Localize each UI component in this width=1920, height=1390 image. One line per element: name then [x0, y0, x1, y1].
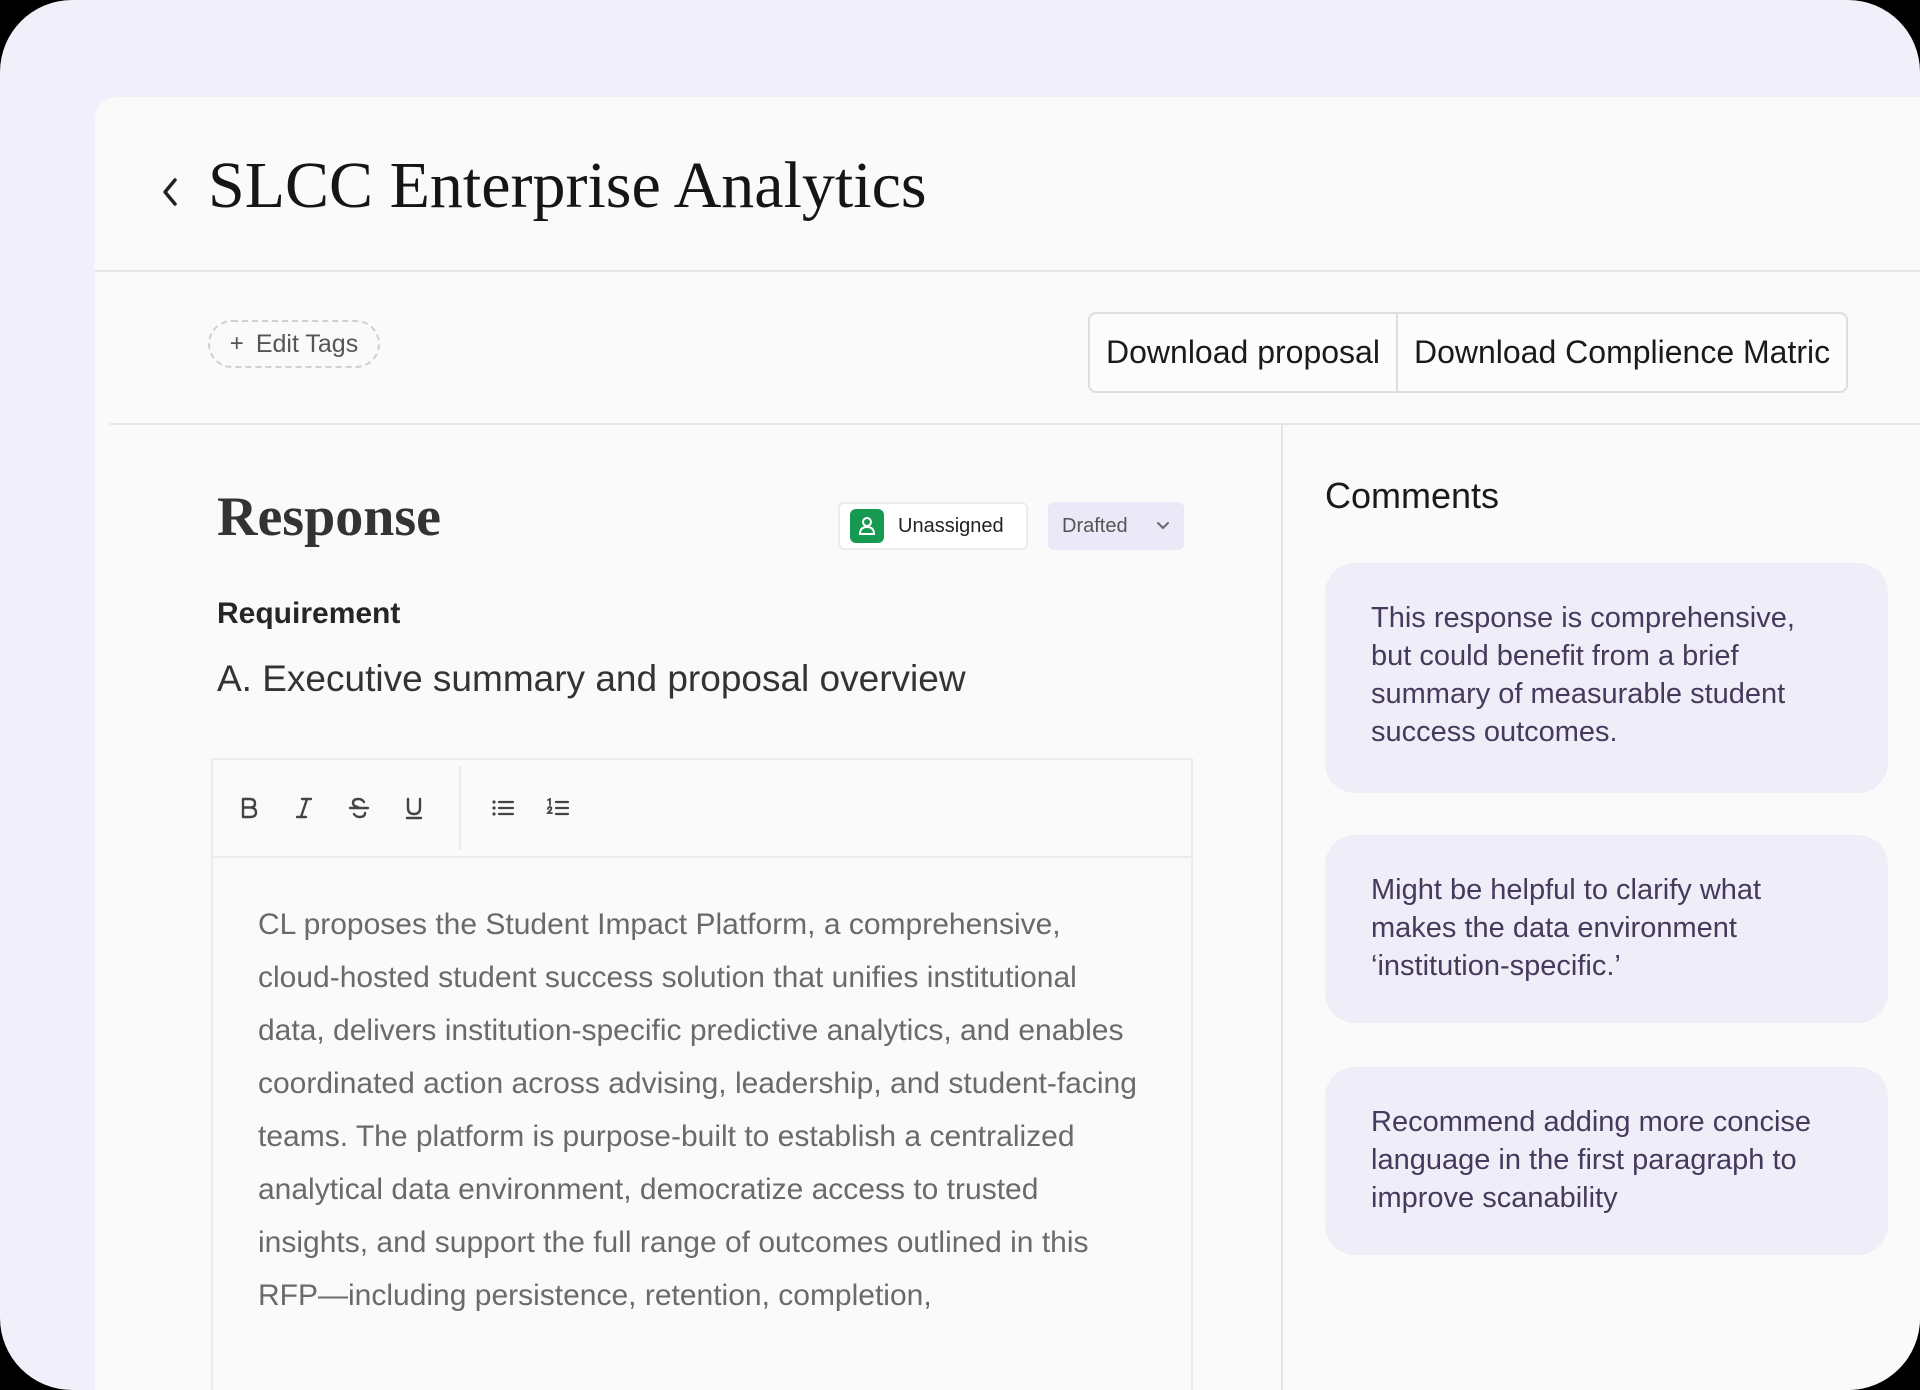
page-title: SLCC Enterprise Analytics: [208, 149, 927, 222]
strikethrough-button[interactable]: [339, 788, 379, 828]
requirement-label: Requirement: [217, 597, 401, 630]
edit-tags-label: Edit Tags: [255, 329, 359, 358]
response-editor: CL proposes the Student Impact Platform,…: [211, 758, 1193, 1390]
comment-card[interactable]: Might be helpful to clarify what makes t…: [1325, 835, 1888, 1023]
status-dropdown[interactable]: Drafted: [1048, 502, 1184, 550]
plus-icon: +: [229, 330, 244, 357]
comment-card[interactable]: This response is comprehensive, but coul…: [1325, 563, 1888, 793]
numbered-list-button[interactable]: [538, 788, 578, 828]
response-title: Response: [217, 486, 442, 548]
numbered-list-icon: [546, 798, 570, 816]
app-frame: SLCC Enterprise Analytics + Edit Tags Do…: [0, 0, 1920, 1390]
status-label: Drafted: [1062, 514, 1128, 537]
panel-divider: [1281, 425, 1283, 1390]
download-compliance-matrix-button[interactable]: Download Complience Matric: [1395, 314, 1846, 391]
download-button-group: Download proposal Download Complience Ma…: [1088, 312, 1849, 393]
bold-button[interactable]: [229, 788, 269, 828]
underline-button[interactable]: [394, 788, 434, 828]
editor-body-text[interactable]: CL proposes the Student Impact Platform,…: [213, 858, 1191, 1322]
italic-icon: [295, 797, 313, 819]
underline-icon: [405, 797, 423, 820]
comment-card[interactable]: Recommend adding more concise language i…: [1325, 1067, 1888, 1255]
bullet-list-icon: [492, 800, 515, 816]
comments-title: Comments: [1325, 475, 1500, 516]
italic-button[interactable]: [284, 788, 324, 828]
strikethrough-icon: [348, 797, 370, 819]
header-divider: [95, 270, 1920, 272]
chevron-left-icon: [163, 178, 177, 206]
editor-toolbar: [213, 760, 1191, 858]
requirement-text: A. Executive summary and proposal overvi…: [217, 658, 966, 699]
toolbar-divider: [110, 423, 1920, 425]
bullet-list-button[interactable]: [483, 788, 523, 828]
chevron-down-icon: [1157, 522, 1169, 530]
toolbar-separator: [459, 766, 461, 850]
assignee-selector[interactable]: Unassigned: [838, 502, 1028, 550]
assignee-label: Unassigned: [898, 514, 1004, 537]
bold-icon: [241, 797, 258, 819]
back-button[interactable]: [155, 168, 185, 216]
user-icon: [850, 509, 884, 543]
edit-tags-button[interactable]: + Edit Tags: [208, 320, 380, 368]
download-proposal-button[interactable]: Download proposal: [1090, 314, 1396, 391]
